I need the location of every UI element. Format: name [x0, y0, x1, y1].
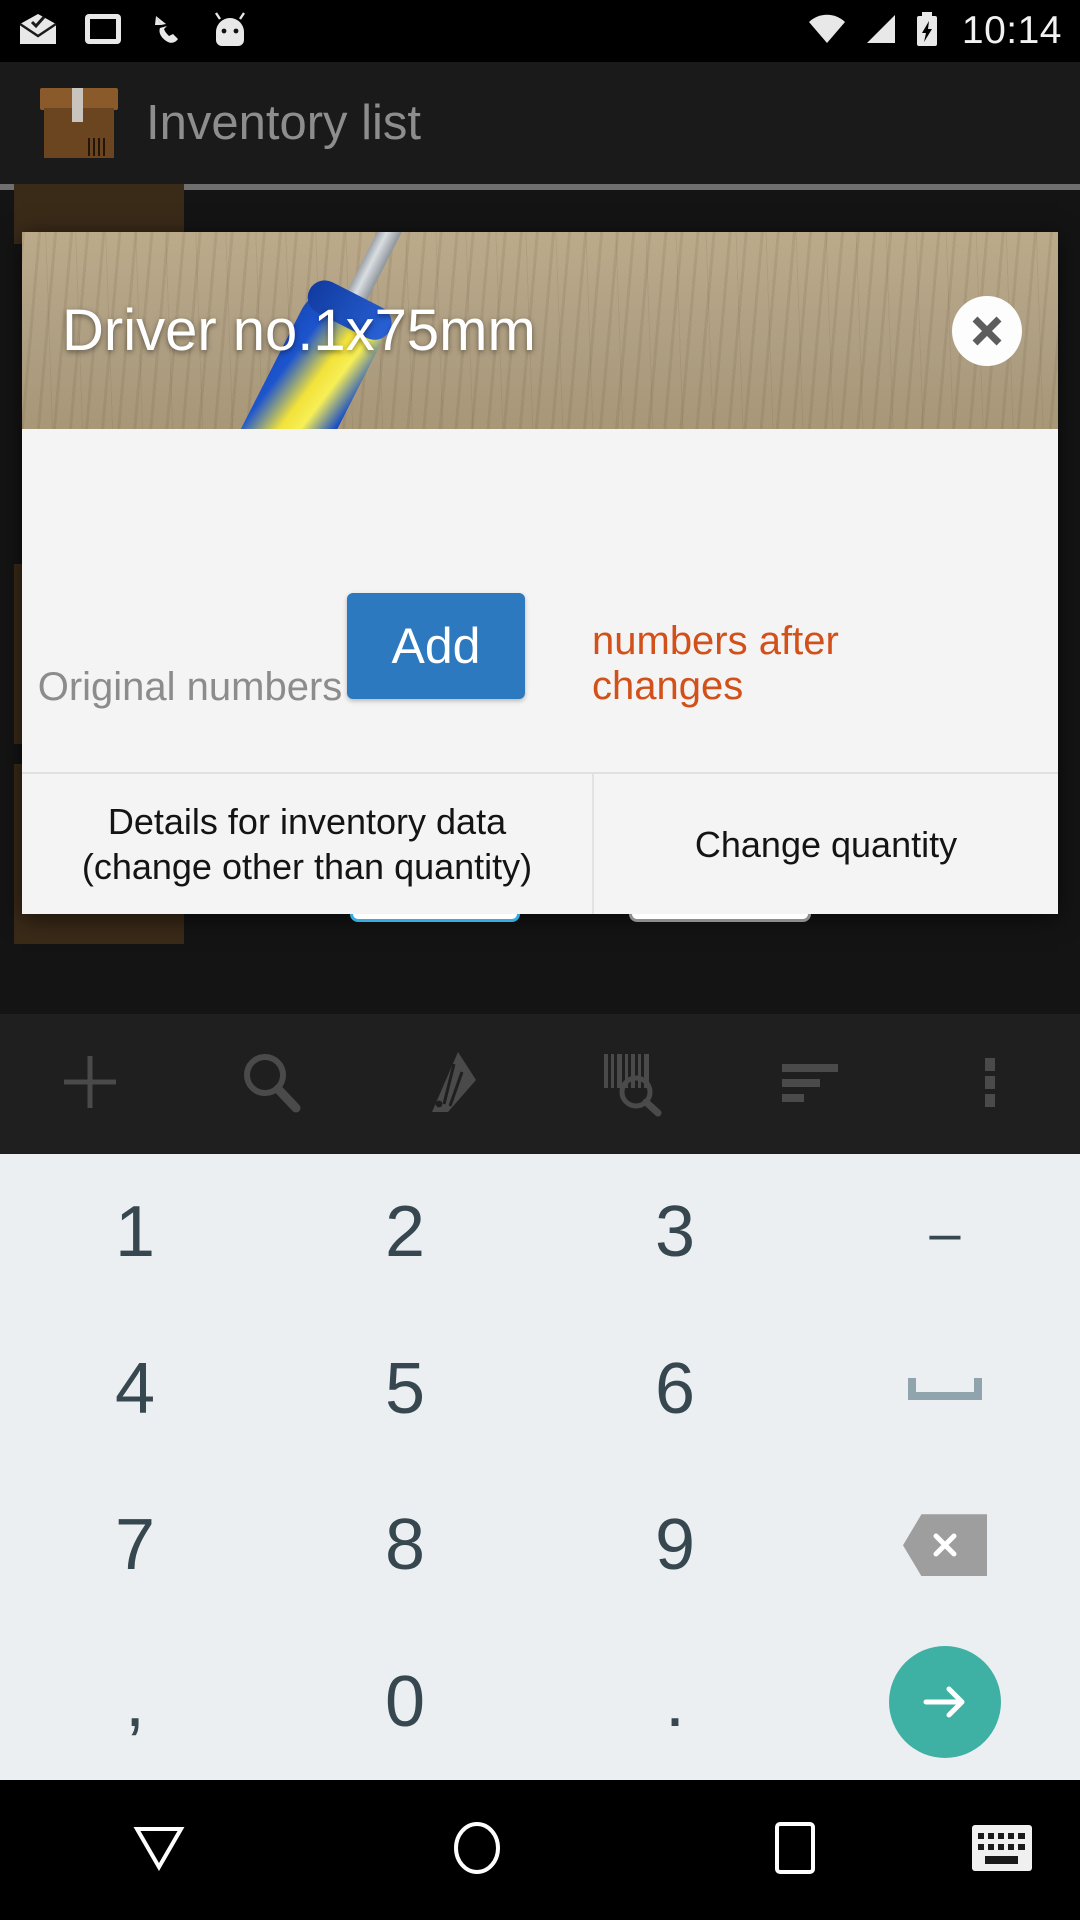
back-icon [129, 1821, 189, 1880]
sort-icon [774, 1046, 846, 1123]
search-icon [234, 1046, 306, 1123]
add-icon [54, 1046, 126, 1123]
mail-check-icon [18, 12, 58, 51]
key-backspace[interactable] [810, 1467, 1080, 1624]
key-3[interactable]: 3 [540, 1154, 810, 1311]
original-numbers-label: Original numbers [37, 665, 343, 709]
numeric-keyboard: 1 2 3 – 4 5 6 7 8 9 , 0 . [0, 1154, 1080, 1780]
sort-button[interactable] [720, 1046, 900, 1123]
recents-button[interactable] [636, 1819, 954, 1882]
system-navigation-bar [0, 1780, 1080, 1920]
screenshot-icon [84, 12, 122, 51]
tab-details-label: Details for inventory data (change other… [81, 801, 533, 887]
keyboard-row: 7 8 9 [0, 1467, 1080, 1624]
dialog-title: Driver no.1x75mm [62, 298, 536, 363]
key-7[interactable]: 7 [0, 1467, 270, 1624]
missed-call-icon [148, 12, 186, 51]
app-bar: Inventory list [0, 62, 1080, 184]
tab-change-quantity-label: Change quantity [694, 823, 958, 865]
home-icon [448, 1819, 506, 1882]
dialog-tabs: Details for inventory data (change other… [22, 772, 1058, 914]
key-comma[interactable]: , [0, 1624, 270, 1781]
barcode-scan-button[interactable] [540, 1046, 720, 1123]
recents-icon [769, 1819, 821, 1882]
overflow-menu-icon [978, 1046, 1002, 1123]
edit-pencil-icon [414, 1046, 486, 1123]
quantity-change-dialog: Driver no.1x75mm Add Original numbers nu… [22, 232, 1058, 922]
key-5[interactable]: 5 [270, 1311, 540, 1468]
key-1[interactable]: 1 [0, 1154, 270, 1311]
key-2[interactable]: 2 [270, 1154, 540, 1311]
keyboard-toggle-icon [971, 1824, 1033, 1877]
keyboard-row: 4 5 6 [0, 1311, 1080, 1468]
keyboard-row: , 0 . [0, 1624, 1080, 1781]
edit-button[interactable] [360, 1046, 540, 1123]
key-6[interactable]: 6 [540, 1311, 810, 1468]
key-enter[interactable] [810, 1624, 1080, 1781]
battery-charging-icon [914, 11, 940, 52]
keyboard-toggle-button[interactable] [954, 1824, 1050, 1877]
status-bar-notification-icons [18, 11, 248, 51]
key-4[interactable]: 4 [0, 1311, 270, 1468]
dialog-hero-image: Driver no.1x75mm [22, 232, 1058, 429]
bottom-toolbar [0, 1014, 1080, 1154]
status-bar-system-icons: 10:14 [806, 9, 1062, 53]
search-button[interactable] [180, 1046, 360, 1123]
dialog-body: Add Original numbers numbers after chang… [22, 429, 1058, 922]
key-0[interactable]: 0 [270, 1624, 540, 1781]
keyboard-row: 1 2 3 – [0, 1154, 1080, 1311]
status-bar-clock: 10:14 [961, 9, 1062, 52]
tab-details-for-inventory-data[interactable]: Details for inventory data (change other… [22, 772, 594, 914]
key-period[interactable]: . [540, 1624, 810, 1781]
key-8[interactable]: 8 [270, 1467, 540, 1624]
add-item-button[interactable] [0, 1046, 180, 1123]
key-space[interactable] [810, 1311, 1080, 1468]
close-icon[interactable] [952, 295, 1022, 366]
cellular-signal-icon [862, 12, 900, 51]
numbers-after-changes-label: numbers after changes [592, 619, 839, 708]
enter-arrow-icon [889, 1645, 1001, 1758]
key-9[interactable]: 9 [540, 1467, 810, 1624]
android-head-icon [212, 11, 248, 51]
phone-screen: 10:14 Inventory list Driver no.1x75mm Ad… [0, 0, 1080, 1920]
overflow-menu-button[interactable] [900, 1046, 1080, 1123]
tab-change-quantity[interactable]: Change quantity [594, 772, 1058, 914]
add-button[interactable]: Add [347, 593, 525, 699]
page-title: Inventory list [146, 96, 422, 150]
wifi-icon [806, 12, 848, 51]
status-bar: 10:14 [0, 0, 1080, 62]
inventory-box-icon [40, 88, 118, 158]
back-button[interactable] [0, 1821, 318, 1880]
home-button[interactable] [318, 1819, 636, 1882]
barcode-scan-icon [594, 1046, 666, 1123]
key-minus[interactable]: – [810, 1154, 1080, 1311]
backspace-icon [903, 1514, 987, 1577]
